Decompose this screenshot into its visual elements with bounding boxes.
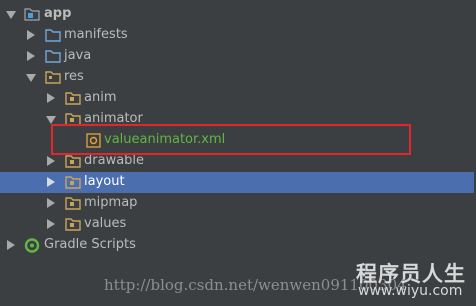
watermark-site: www.wiyu.com [358,283,463,299]
tree-item-label: values [84,216,127,231]
tree-item-label: java [64,48,92,63]
folder-icon [45,49,61,63]
expand-arrow-icon[interactable] [26,74,36,82]
expand-arrow-icon[interactable] [47,177,55,187]
tree-item-label: Gradle Scripts [44,237,136,252]
tree-item-label: mipmap [84,195,138,210]
highlight-annotation-box [51,124,411,155]
resource-folder-icon [65,175,81,189]
tree-item-label: anim [84,90,117,105]
expand-arrow-icon[interactable] [7,240,15,250]
expand-arrow-icon[interactable] [27,30,35,40]
tree-item-app[interactable]: app [0,4,474,25]
tree-item-label: app [44,6,72,21]
resource-folder-icon [65,196,81,210]
tree-item-java[interactable]: java [0,46,474,67]
resource-folder-icon [65,154,81,168]
tree-item-gradle-scripts[interactable]: Gradle Scripts [0,235,474,256]
tree-item-res[interactable]: res [0,67,474,88]
folder-icon [45,28,61,42]
gradle-icon [24,238,40,253]
expand-arrow-icon[interactable] [47,198,55,208]
tree-item-mipmap[interactable]: mipmap [0,193,474,214]
tree-item-label: drawable [84,153,145,168]
expand-arrow-icon[interactable] [47,93,55,103]
module-folder-icon [24,7,40,21]
expand-arrow-icon[interactable] [6,11,16,19]
expand-arrow-icon[interactable] [47,219,55,229]
expand-arrow-icon[interactable] [27,51,35,61]
resource-folder-icon [65,217,81,231]
resource-folder-icon [65,91,81,105]
tree-item-anim[interactable]: anim [0,88,474,109]
expand-arrow-icon[interactable] [46,116,56,124]
tree-item-layout[interactable]: layout [0,172,474,193]
tree-item-label: res [64,69,84,84]
resource-folder-icon [45,70,61,84]
tree-item-manifests[interactable]: manifests [0,25,474,46]
tree-item-values[interactable]: values [0,214,474,235]
tree-item-label: manifests [64,27,128,42]
tree-item-label: layout [84,174,125,189]
expand-arrow-icon[interactable] [47,156,55,166]
